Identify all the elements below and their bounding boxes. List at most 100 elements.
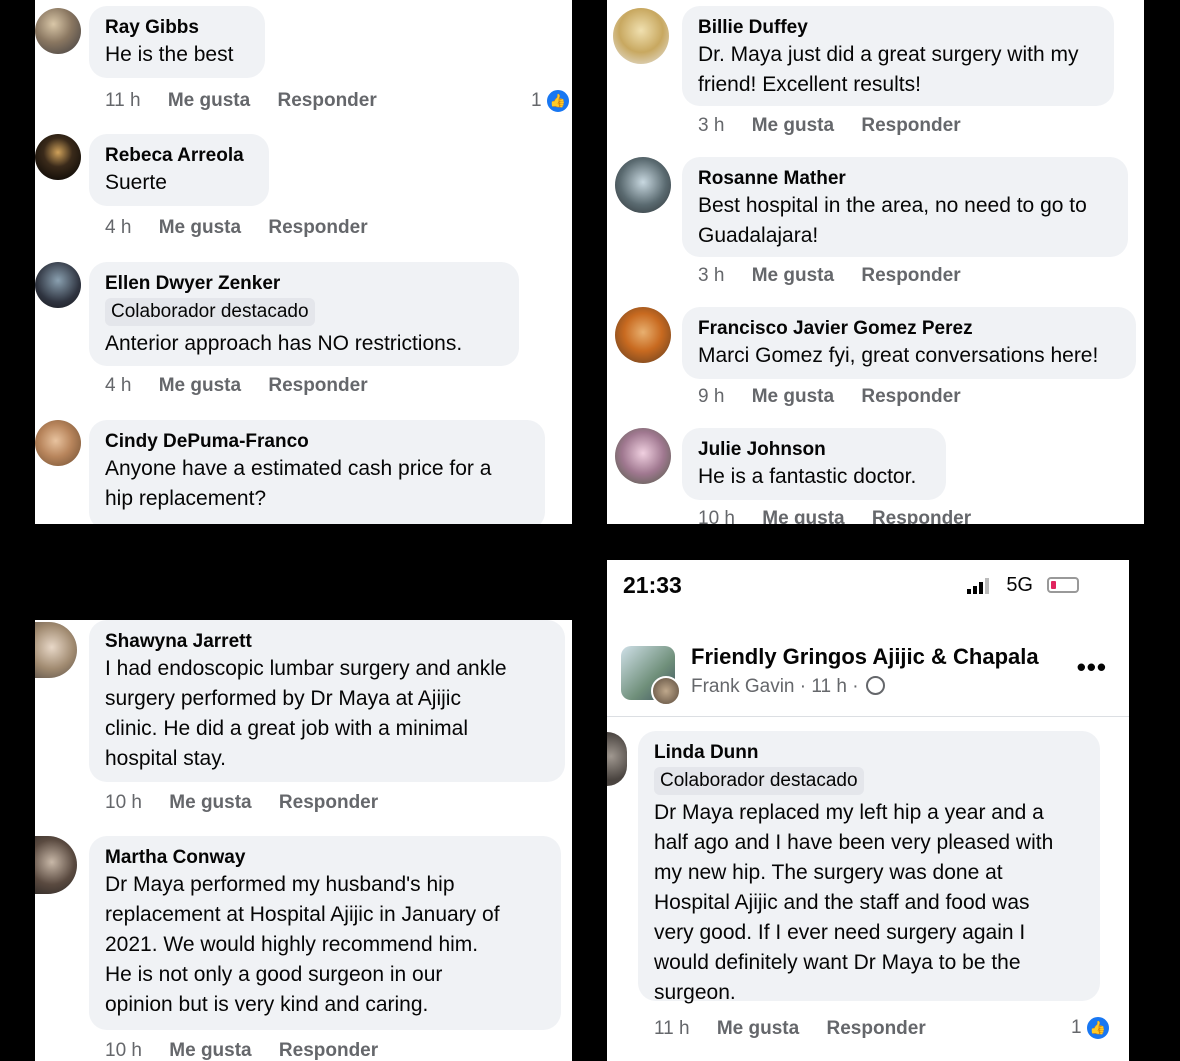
comment-author[interactable]: Cindy DePuma-Franco <box>105 430 529 454</box>
comment-text: Suerte <box>105 171 167 194</box>
comment-text-line: Dr Maya replaced my left hip a year and … <box>654 801 1044 824</box>
comment-text-line: would definitely want Dr Maya to be the <box>654 951 1021 974</box>
avatar[interactable] <box>35 622 77 678</box>
comment-text-line: very good. If I ever need surgery again … <box>654 921 1026 944</box>
like-button[interactable]: Me gusta <box>169 792 251 813</box>
comment-text-line: half ago and I have been very pleased wi… <box>654 831 1054 854</box>
like-button[interactable]: Me gusta <box>169 1040 251 1061</box>
reaction-count[interactable]: 1 👍 <box>1071 1015 1111 1041</box>
comment-text-line: Guadalajara! <box>698 224 819 247</box>
group-avatar[interactable] <box>621 646 681 706</box>
comment-text-line: He is not only a good surgeon in our <box>105 963 443 986</box>
comment-author[interactable]: Rebeca Arreola <box>105 144 253 168</box>
status-bar: 21:33 5G <box>607 560 1129 610</box>
comment-text-line: Best hospital in the area, no need to go… <box>698 194 1087 217</box>
post-meta: Frank Gavin · 11 h · <box>691 676 885 698</box>
avatar[interactable] <box>607 732 627 786</box>
comment-author[interactable]: Francisco Javier Gomez Perez <box>698 317 1120 341</box>
like-button[interactable]: Me gusta <box>168 90 250 111</box>
comment-text-line: opinion but is very kind and caring. <box>105 993 429 1016</box>
reply-button[interactable]: Responder <box>872 508 971 524</box>
comment-time[interactable]: 4 h <box>105 375 131 396</box>
comment-text-line: Anyone have a estimated cash price for a <box>105 457 492 480</box>
like-button[interactable]: Me gusta <box>762 508 844 524</box>
avatar[interactable] <box>35 420 81 466</box>
comment-time[interactable]: 11 h <box>105 90 141 111</box>
comment-bubble: Ray Gibbs He is the best <box>89 6 265 78</box>
comments-panel-3: Shawyna Jarrett I had endoscopic lumbar … <box>35 620 572 1061</box>
comment-text-line: surgery performed by Dr Maya at Ajijic <box>105 687 461 710</box>
avatar[interactable] <box>615 157 671 213</box>
comment-author[interactable]: Rosanne Mather <box>698 167 1112 191</box>
reply-button[interactable]: Responder <box>268 217 367 238</box>
comment-author[interactable]: Ellen Dwyer Zenker <box>105 272 503 296</box>
like-button[interactable]: Me gusta <box>752 115 834 136</box>
comment-time[interactable]: 3 h <box>698 265 724 286</box>
avatar[interactable] <box>613 8 669 64</box>
comment-time[interactable]: 10 h <box>105 1040 142 1061</box>
more-options-button[interactable]: ••• <box>1077 652 1107 683</box>
comments-panel-1: Ray Gibbs He is the best 11 h Me gusta R… <box>35 0 572 524</box>
comment-author[interactable]: Julie Johnson <box>698 438 930 462</box>
comment-time[interactable]: 3 h <box>698 115 724 136</box>
comment-text-line: Dr Maya performed my husband's hip <box>105 873 455 896</box>
comment-text-line: surgeon. <box>654 981 736 1004</box>
comment-time[interactable]: 4 h <box>105 217 131 238</box>
globe-icon <box>865 676 885 695</box>
comment-actions: 3 h Me gusta Responder <box>698 115 983 137</box>
battery-icon <box>1047 577 1079 593</box>
reply-button[interactable]: Responder <box>268 375 367 396</box>
like-button[interactable]: Me gusta <box>159 217 241 238</box>
comment-time[interactable]: 9 h <box>698 386 724 407</box>
reply-button[interactable]: Responder <box>279 792 378 813</box>
comment-text-line: my new hip. The surgery was done at <box>654 861 1003 884</box>
avatar[interactable] <box>35 8 81 54</box>
group-title[interactable]: Friendly Gringos Ajijic & Chapala <box>691 644 1039 670</box>
comment-text-line: I had endoscopic lumbar surgery and ankl… <box>105 657 507 680</box>
comment-text-line: hospital stay. <box>105 747 227 770</box>
comment-text: He is a fantastic doctor. <box>698 465 917 488</box>
comment-text: He is the best <box>105 43 234 66</box>
comment-text: Marci Gomez fyi, great conversations her… <box>698 344 1099 367</box>
comment-author[interactable]: Martha Conway <box>105 846 545 870</box>
like-button[interactable]: Me gusta <box>752 386 834 407</box>
reply-button[interactable]: Responder <box>861 386 960 407</box>
comment-text-line: hip replacement? <box>105 487 267 510</box>
avatar[interactable] <box>615 428 671 484</box>
like-button[interactable]: Me gusta <box>752 265 834 286</box>
reply-button[interactable]: Responder <box>278 90 377 111</box>
avatar[interactable] <box>615 307 671 363</box>
comment-time[interactable]: 11 h <box>654 1018 690 1039</box>
like-button[interactable]: Me gusta <box>717 1018 799 1039</box>
comment-author[interactable]: Ray Gibbs <box>105 16 249 40</box>
reply-button[interactable]: Responder <box>827 1018 926 1039</box>
reply-button[interactable]: Responder <box>861 265 960 286</box>
comment-bubble: Martha Conway Dr Maya performed my husba… <box>89 836 561 1030</box>
comment-actions: 11 h Me gusta Responder <box>654 1018 948 1040</box>
comment-time[interactable]: 10 h <box>698 508 735 524</box>
comment-actions: 3 h Me gusta Responder <box>698 265 983 287</box>
post-header: Friendly Gringos Ajijic & Chapala Frank … <box>607 630 1129 717</box>
post-meta-text[interactable]: Frank Gavin · 11 h · <box>691 676 859 697</box>
avatar[interactable] <box>35 134 81 180</box>
author-avatar[interactable] <box>651 676 681 706</box>
comment-author[interactable]: Linda Dunn <box>654 741 1084 765</box>
comment-actions: 10 h Me gusta Responder <box>698 508 993 524</box>
reply-button[interactable]: Responder <box>861 115 960 136</box>
comment-actions: 4 h Me gusta Responder <box>105 375 390 397</box>
comment-bubble: Ellen Dwyer Zenker Colaborador destacado… <box>89 262 519 366</box>
comment-author[interactable]: Billie Duffey <box>698 16 1098 40</box>
avatar[interactable] <box>35 836 77 894</box>
reply-button[interactable]: Responder <box>279 1040 378 1061</box>
comment-time[interactable]: 10 h <box>105 792 142 813</box>
comment-actions: 10 h Me gusta Responder <box>105 1040 400 1061</box>
comment-text-line: Dr. Maya just did a great surgery with m… <box>698 43 1079 66</box>
comment-text-line: clinic. He did a great job with a minima… <box>105 717 468 740</box>
avatar[interactable] <box>35 262 81 308</box>
reaction-number: 1 <box>1071 1017 1082 1038</box>
reaction-count[interactable]: 1 👍 <box>531 88 571 114</box>
comment-author[interactable]: Shawyna Jarrett <box>105 630 549 654</box>
top-contributor-badge: Colaborador destacado <box>105 298 315 326</box>
like-button[interactable]: Me gusta <box>159 375 241 396</box>
comments-panel-2: Billie Duffey Dr. Maya just did a great … <box>607 0 1144 524</box>
